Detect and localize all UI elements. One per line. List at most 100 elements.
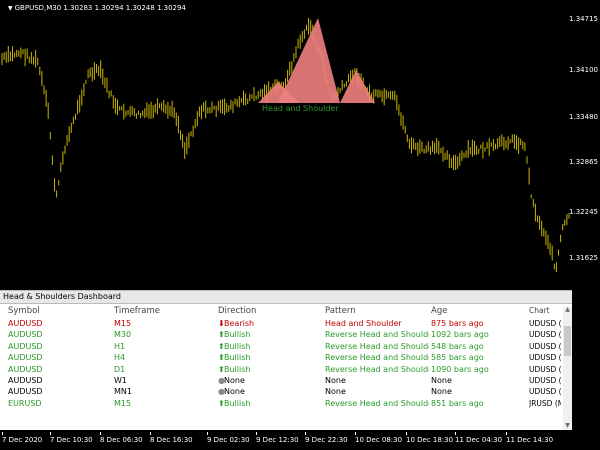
price-axis: 1.34715 1.34100 1.33480 1.32865 1.32245 1.316… bbox=[569, 0, 600, 288]
direction-label: Bullish bbox=[224, 364, 251, 374]
direction-label: Bearish bbox=[224, 319, 255, 328]
cell-timeframe: H4 bbox=[114, 353, 126, 363]
direction-label: None bbox=[224, 387, 245, 397]
time-tick bbox=[50, 432, 51, 435]
cell-symbol[interactable]: AUDUSD bbox=[8, 318, 108, 329]
cell-age: 548 bars ago bbox=[431, 341, 484, 351]
scroll-up-icon[interactable]: ▲ bbox=[563, 306, 572, 314]
table-row[interactable]: AUDUSDW1●NoneNoneNoneUDUSD (W1 bbox=[0, 375, 561, 386]
table-row[interactable]: EURUSD M15 ⬆Bullish Reverse Head and Should… bbox=[0, 398, 561, 409]
cell-symbol[interactable]: AUDUSD bbox=[8, 386, 108, 397]
cell-pattern: None bbox=[325, 387, 346, 397]
time-tick bbox=[406, 432, 407, 435]
cell-timeframe: M15 bbox=[114, 398, 132, 408]
table-row[interactable]: AUDUSDMN1●NoneNoneNoneUDUSD (MN bbox=[0, 386, 561, 397]
cell-timeframe: H1 bbox=[114, 341, 126, 351]
cell-direction: ●None bbox=[218, 386, 318, 397]
cell-chart-button[interactable]: UDUSD (W1 bbox=[529, 375, 561, 386]
price-label: 1.31625 bbox=[569, 254, 598, 262]
dashboard-scrollbar[interactable]: ▲ ▼ bbox=[563, 306, 572, 430]
cell-age: 1092 bars ago bbox=[431, 330, 489, 340]
time-tick bbox=[455, 432, 456, 435]
time-label: 9 Dec 12:30 bbox=[256, 436, 299, 444]
cell-direction: ⬆Bullish bbox=[218, 329, 318, 340]
cell-timeframe: M30 bbox=[114, 330, 132, 340]
time-label: 10 Dec 08:30 bbox=[355, 436, 403, 444]
cell-symbol[interactable]: AUDUSD bbox=[8, 329, 108, 340]
cell-chart-button[interactable]: UDUSD (H4 bbox=[529, 352, 561, 363]
cell-age: 851 bars ago bbox=[431, 398, 484, 408]
chart-header-arrow-icon[interactable]: ▼ bbox=[8, 5, 13, 12]
column-header-chart[interactable]: Chart bbox=[529, 304, 561, 318]
cell-symbol[interactable]: AUDUSD bbox=[8, 375, 108, 386]
dashboard-title: Head & Shoulders Dashboard bbox=[0, 290, 572, 304]
scrollbar-thumb[interactable] bbox=[564, 326, 571, 356]
cell-direction: ⬇Bearish bbox=[218, 318, 318, 329]
cell-timeframe: W1 bbox=[114, 375, 127, 385]
cell-age: None bbox=[431, 387, 452, 397]
price-label: 1.32865 bbox=[569, 158, 598, 166]
price-label: 1.32245 bbox=[569, 208, 598, 216]
table-header-row: Symbol Timeframe Direction Pattern Age C… bbox=[0, 304, 560, 318]
price-label: 1.34100 bbox=[569, 66, 598, 74]
cell-pattern: Reverse Head and Shoulder bbox=[325, 341, 429, 351]
direction-label: Bullish bbox=[224, 341, 251, 351]
column-header-direction[interactable]: Direction bbox=[218, 304, 318, 318]
chart-header: ▼ GBPUSD,M30 1.30283 1.30294 1.30248 1.30… bbox=[8, 4, 186, 12]
cell-symbol[interactable]: AUDUSD bbox=[8, 341, 108, 352]
direction-label: Bullish bbox=[224, 353, 251, 363]
time-tick bbox=[150, 432, 151, 435]
cell-pattern: Reverse Head and Shoulder bbox=[325, 330, 429, 340]
cell-chart-button[interactable]: UDUSD (M3 bbox=[529, 329, 561, 340]
cell-timeframe: M15 bbox=[114, 319, 132, 328]
cell-pattern: Reverse Head and Shoulder bbox=[325, 353, 429, 363]
direction-label: Bullish bbox=[224, 330, 251, 340]
cell-direction: ⬆Bullish bbox=[218, 341, 318, 352]
cell-symbol[interactable]: EURUSD bbox=[8, 398, 108, 409]
table-row[interactable]: AUDUSD M30 ⬆Bullish Reverse Head and Should… bbox=[0, 329, 561, 340]
cell-chart-button[interactable]: UDUSD (MN bbox=[529, 386, 561, 397]
cell-chart-button[interactable]: UDUSD (D1 bbox=[529, 364, 561, 375]
cell-chart-button[interactable]: JRUSD (M1 bbox=[529, 398, 561, 409]
cell-symbol[interactable]: AUDUSD bbox=[8, 364, 108, 375]
time-label: 9 Dec 22:30 bbox=[305, 436, 348, 444]
cell-timeframe: D1 bbox=[114, 364, 126, 374]
direction-label: Bullish bbox=[224, 398, 251, 408]
time-label: 9 Dec 02:30 bbox=[207, 436, 250, 444]
direction-label: None bbox=[224, 375, 245, 385]
price-label: 1.34715 bbox=[569, 15, 598, 23]
cell-pattern: Reverse Head and Shoulder bbox=[325, 398, 429, 408]
cell-chart-button[interactable]: UDUSD (M1 bbox=[529, 318, 561, 329]
head-shoulders-dashboard[interactable]: Head & Shoulders Dashboard Symbol Timefr… bbox=[0, 290, 572, 430]
candlestick-chart: Head and Shoulder bbox=[1, 17, 570, 273]
column-header-timeframe[interactable]: Timeframe bbox=[114, 304, 214, 318]
table-row[interactable]: AUDUSD H4 ⬆Bullish Reverse Head and Shoulde… bbox=[0, 352, 561, 363]
table-row[interactable]: AUDUSD D1 ⬆Bullish Reverse Head and Shoulde… bbox=[0, 364, 561, 375]
cell-age: None bbox=[431, 375, 452, 385]
scroll-down-icon[interactable]: ▼ bbox=[563, 422, 572, 430]
table-row[interactable]: AUDUSD H1 ⬆Bullish Reverse Head and Shoulde… bbox=[0, 341, 561, 352]
column-header-pattern[interactable]: Pattern bbox=[325, 304, 429, 318]
pattern-label: Head and Shoulder bbox=[262, 104, 339, 113]
table-row[interactable]: AUDUSD M15 ⬇Bearish Head and Shoulder 875 ba… bbox=[0, 318, 561, 329]
time-label: 11 Dec 14:30 bbox=[506, 436, 554, 444]
cell-pattern: Reverse Head and Shoulder bbox=[325, 364, 429, 374]
time-tick bbox=[2, 432, 3, 435]
time-tick bbox=[506, 432, 507, 435]
price-chart[interactable]: Head and Shoulder ▼ GBPUSD,M30 1.30283 1.… bbox=[0, 0, 600, 288]
time-label: 8 Dec 16:30 bbox=[150, 436, 193, 444]
time-label: 7 Dec 10:30 bbox=[50, 436, 93, 444]
time-label: 8 Dec 06:30 bbox=[100, 436, 143, 444]
price-label: 1.33480 bbox=[569, 113, 598, 121]
time-tick bbox=[100, 432, 101, 435]
column-header-age[interactable]: Age bbox=[431, 304, 527, 318]
cell-age: 1090 bars ago bbox=[431, 364, 489, 374]
cell-symbol[interactable]: AUDUSD bbox=[8, 352, 108, 363]
cell-timeframe: MN1 bbox=[114, 387, 132, 397]
time-label: 7 Dec 2020 bbox=[2, 436, 43, 444]
time-axis: 7 Dec 2020 7 Dec 10:30 8 Dec 06:30 8 Dec 16… bbox=[0, 432, 600, 450]
cell-pattern: None bbox=[325, 375, 346, 385]
column-header-symbol[interactable]: Symbol bbox=[8, 304, 108, 318]
cell-chart-button[interactable]: UDUSD (H1 bbox=[529, 341, 561, 352]
time-label: 11 Dec 04:30 bbox=[455, 436, 503, 444]
